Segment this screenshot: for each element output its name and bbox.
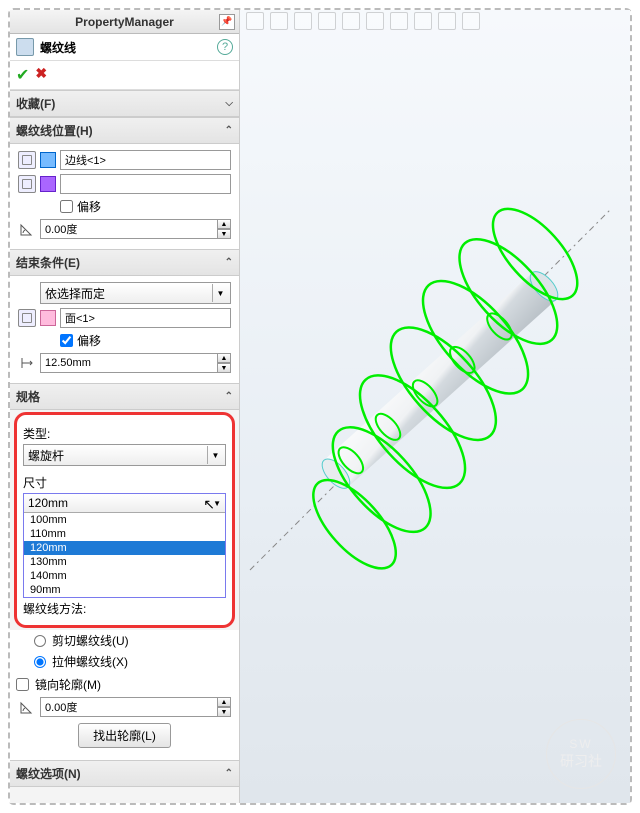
offset-spinner[interactable]: ▲▼ [40,353,231,373]
chevron-up-icon: ⌃ [225,257,233,268]
options-header[interactable]: 螺纹选项(N) ⌃ [10,760,239,787]
end-offset-label: 偏移 [77,332,101,349]
offset-value-input[interactable] [40,353,217,373]
purple-swatch-icon [40,176,56,192]
feature-row: 螺纹线 ? [10,34,239,61]
distance-icon [18,354,36,372]
chevron-up-icon: ⌃ [225,768,233,779]
mirror-checkbox[interactable] [16,678,29,691]
extrude-label: 拉伸螺纹线(X) [52,653,128,670]
location-title: 螺纹线位置(H) [16,122,93,139]
angle-icon [18,698,36,716]
spin-down-icon[interactable]: ▼ [217,363,231,373]
size-option[interactable]: 90mm [24,583,225,597]
angle-icon [18,220,36,238]
start-selection-input[interactable] [60,174,231,194]
size-option[interactable]: 130mm [24,555,225,569]
cancel-icon[interactable]: ✖ [35,65,47,85]
property-manager-panel: PropertyManager 📌 螺纹线 ? ✔ ✖ 收藏(F) ⌵ 螺纹线位… [10,10,240,803]
size-selected: 120mm [28,496,68,510]
size-option[interactable]: 110mm [24,527,225,541]
size-option[interactable]: 100mm [24,513,225,527]
offset-checkbox[interactable] [60,200,73,213]
spin-down-icon[interactable]: ▼ [217,229,231,239]
size-option[interactable]: 140mm [24,569,225,583]
angle-input[interactable] [40,219,217,239]
helix-preview [240,10,640,610]
end-method-combo[interactable]: 依选择而定 ▼ [40,282,231,304]
help-icon[interactable]: ? [217,39,233,55]
size-combo-open[interactable]: 120mm ▼ ↖ 100mm 110mm 120mm 130mm 140mm … [23,493,226,598]
chevron-up-icon: ⌃ [225,391,233,402]
location-header[interactable]: 螺纹线位置(H) ⌃ [10,117,239,144]
spin-up-icon[interactable]: ▲ [217,697,231,707]
mirror-label: 镜向轮廓(M) [35,676,101,693]
watermark-l2: 研习社 [560,751,602,771]
angle2-input[interactable] [40,697,217,717]
feature-name: 螺纹线 [40,39,217,56]
ok-icon[interactable]: ✔ [16,65,29,85]
highlight-box: 类型: 螺旋杆 ▼ 尺寸 120mm ▼ ↖ 100mm 110mm 120mm… [14,412,235,628]
size-option-selected[interactable]: 120mm [24,541,225,555]
size-label: 尺寸 [23,474,226,491]
watermark-l1: SW [569,737,592,751]
end-header[interactable]: 结束条件(E) ⌃ [10,249,239,276]
face-type-icon [18,309,36,327]
favorites-header[interactable]: 收藏(F) ⌵ [10,90,239,117]
cursor-icon: ↖ [203,496,215,513]
type-combo[interactable]: 螺旋杆 ▼ [23,444,226,466]
end-face-input[interactable] [60,308,231,328]
options-title: 螺纹选项(N) [16,765,81,782]
method-label-partial: 螺纹线方法: [23,600,226,617]
size-options-list: 100mm 110mm 120mm 130mm 140mm 90mm [24,513,225,597]
spin-up-icon[interactable]: ▲ [217,219,231,229]
face-type-icon [18,175,36,193]
location-body: 偏移 ▲▼ [10,144,239,249]
pm-title: PropertyManager [75,15,174,29]
pin-icon[interactable]: 📌 [219,14,235,30]
edge-selection-input[interactable] [60,150,231,170]
end-offset-checkbox[interactable] [60,334,73,347]
end-body: 依选择而定 ▼ 偏移 ▲▼ [10,276,239,383]
favorites-title: 收藏(F) [16,95,55,112]
cut-radio[interactable] [34,635,46,647]
viewport[interactable]: SW 研习社 [240,10,630,803]
find-profile-button[interactable]: 找出轮廓(L) [78,723,171,748]
spin-down-icon[interactable]: ▼ [217,707,231,717]
chevron-up-icon: ⌃ [225,125,233,136]
ok-cancel-row: ✔ ✖ [10,61,239,90]
pm-header: PropertyManager 📌 [10,10,239,34]
spec-lower: 剪切螺纹线(U) 拉伸螺纹线(X) 镜向轮廓(M) ▲▼ 找出轮廓(L) [10,630,239,760]
spec-header[interactable]: 规格 ⌃ [10,383,239,410]
cut-label: 剪切螺纹线(U) [52,632,129,649]
dropdown-arrow-icon: ▼ [212,284,228,302]
offset-label: 偏移 [77,198,101,215]
chevron-down-icon: ⌵ [225,98,233,109]
angle2-spinner[interactable]: ▲▼ [40,697,231,717]
edge-type-icon [18,151,36,169]
angle-spinner[interactable]: ▲▼ [40,219,231,239]
spin-up-icon[interactable]: ▲ [217,353,231,363]
type-value: 螺旋杆 [28,447,64,464]
extrude-radio[interactable] [34,656,46,668]
end-method-value: 依选择而定 [45,285,105,302]
spec-title: 规格 [16,388,40,405]
thread-feature-icon [16,38,34,56]
type-label: 类型: [23,425,226,442]
app-frame: PropertyManager 📌 螺纹线 ? ✔ ✖ 收藏(F) ⌵ 螺纹线位… [8,8,632,805]
pink-swatch-icon [40,310,56,326]
end-title: 结束条件(E) [16,254,80,271]
dropdown-arrow-icon: ▼ [207,446,223,464]
blue-swatch-icon [40,152,56,168]
watermark: SW 研习社 [546,719,616,789]
